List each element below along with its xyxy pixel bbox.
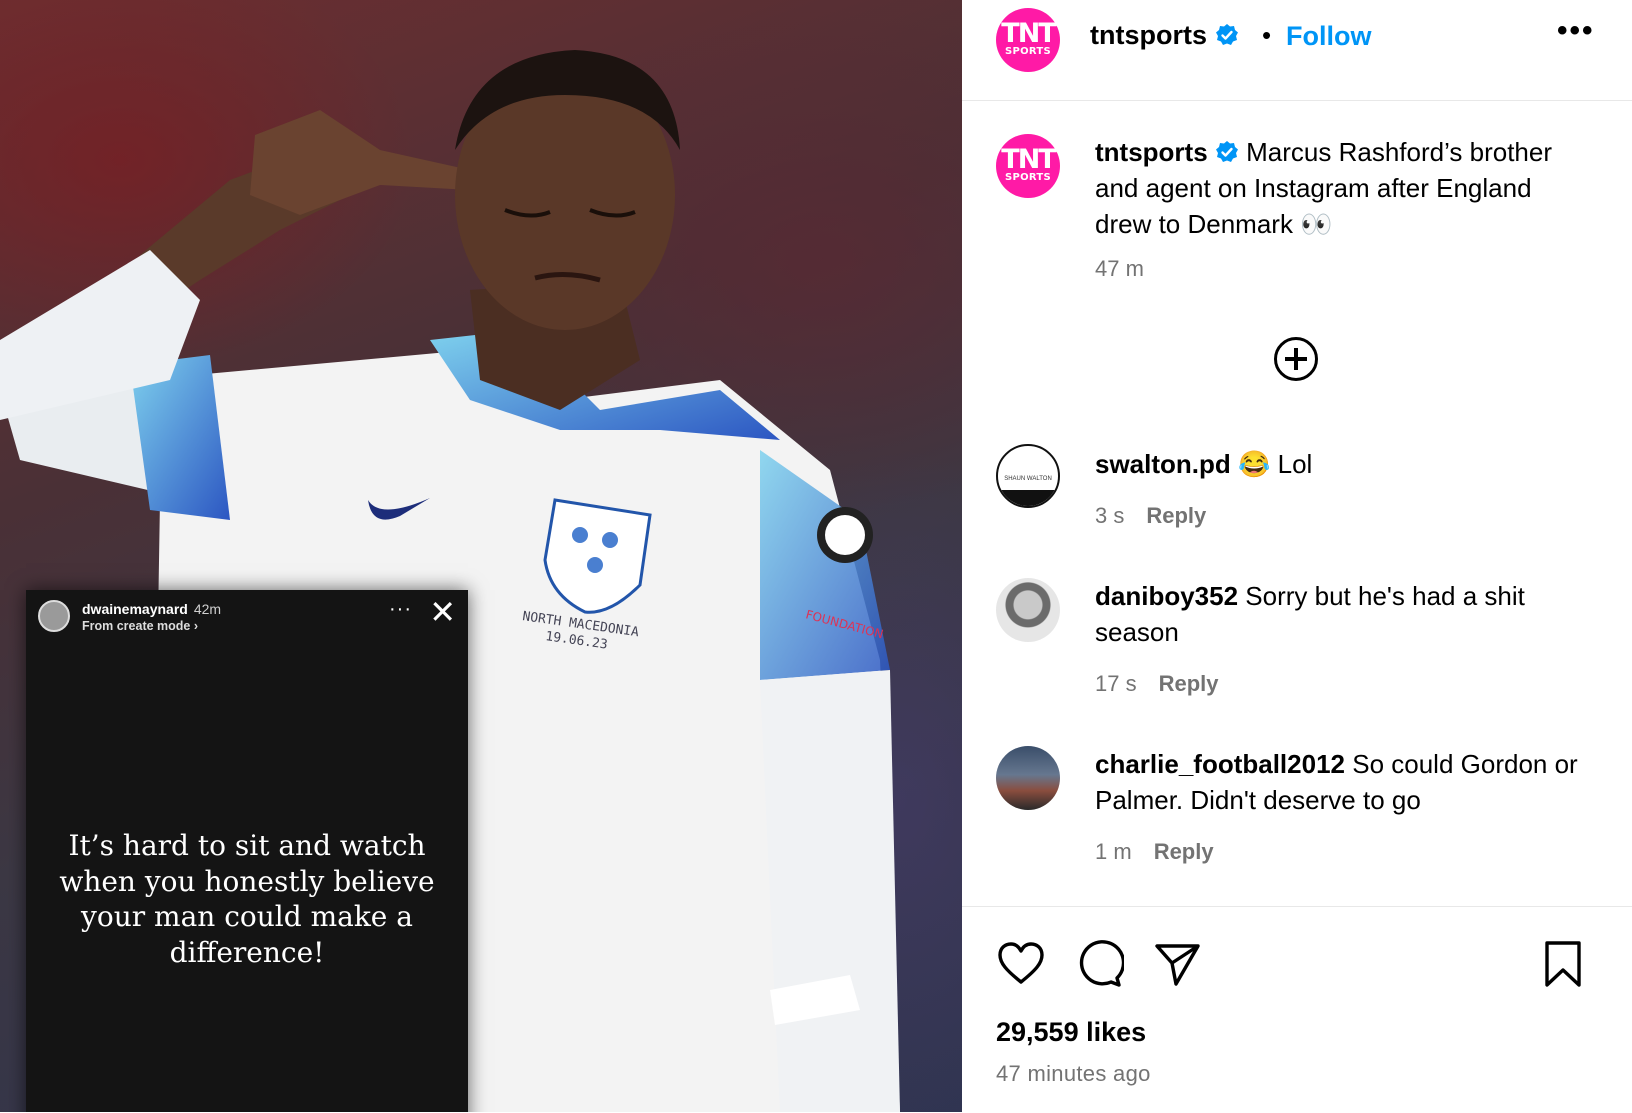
comment-username[interactable]: charlie_football2012 (1095, 749, 1345, 779)
story-close-icon: ✕ (429, 594, 456, 630)
comment-avatar[interactable]: SHAUN WALTON (996, 444, 1060, 508)
comment-time: 17 s (1095, 671, 1137, 696)
story-more-icon: ··· (389, 598, 412, 620)
story-header: dwainemaynard 42m From create mode › ··· … (38, 594, 458, 638)
posted-time: 47 minutes ago (996, 1061, 1151, 1086)
bookmark-icon[interactable] (1538, 939, 1588, 989)
post-media[interactable]: NORTH MACEDONIA 19.06.23 FOUNDATION dwai… (0, 0, 962, 1112)
story-username-text: dwainemaynard (82, 601, 188, 617)
comment-meta: 1 m Reply (1095, 839, 1214, 865)
header-separator: • (1262, 20, 1272, 50)
caption-avatar[interactable]: TNT SPORTS (996, 134, 1060, 198)
story-username: dwainemaynard 42m (82, 601, 221, 617)
story-screenshot: dwainemaynard 42m From create mode › ··· … (26, 590, 468, 1112)
reply-button[interactable]: Reply (1154, 839, 1214, 864)
comment-time: 3 s (1095, 503, 1125, 528)
story-time: 42m (193, 601, 222, 617)
header-username[interactable]: tntsports (1090, 20, 1239, 51)
reply-button[interactable]: Reply (1146, 503, 1206, 528)
comment-username[interactable]: daniboy352 (1095, 581, 1238, 611)
comment-time: 1 m (1095, 839, 1132, 864)
comment-text: swalton.pd 😂 Lol (1095, 446, 1595, 482)
story-mode: From create mode › (82, 619, 199, 633)
reply-button[interactable]: Reply (1159, 671, 1219, 696)
load-more-comments-icon[interactable] (1274, 337, 1318, 381)
logo-line2: SPORTS (1004, 172, 1052, 183)
post-panel: TNT SPORTS tntsports • Follow ••• TNT SP… (962, 0, 1632, 1112)
tntsports-avatar[interactable]: TNT SPORTS (996, 8, 1060, 72)
likes-count[interactable]: 29,559 likes (996, 1017, 1146, 1048)
heart-icon[interactable] (996, 939, 1046, 989)
comment-text: charlie_football2012 So could Gordon or … (1095, 746, 1595, 818)
logo-line1: TNT (1001, 144, 1056, 175)
comment-avatar[interactable] (996, 578, 1060, 642)
header-username-text[interactable]: tntsports (1090, 20, 1207, 50)
comment-username[interactable]: swalton.pd (1095, 449, 1231, 479)
comment-body: 😂 Lol (1238, 449, 1313, 479)
caption-time: 47 m (1095, 256, 1144, 281)
verified-badge-icon (1215, 141, 1238, 162)
comment-icon[interactable] (1074, 939, 1124, 989)
follow-button[interactable]: Follow (1286, 21, 1371, 52)
post-header: TNT SPORTS tntsports • Follow ••• (962, 0, 1632, 101)
comment-text: daniboy352 Sorry but he's had a shit sea… (1095, 578, 1595, 650)
avatar-label: SHAUN WALTON (1004, 476, 1052, 482)
logo-line2: SPORTS (1004, 46, 1052, 57)
share-icon[interactable] (1152, 939, 1202, 989)
story-text: It’s hard to sit and watch when you hone… (59, 829, 435, 969)
caption-text: tntsports Marcus Rashford’s brother and … (1095, 134, 1555, 242)
logo-line1: TNT (1001, 18, 1056, 49)
caption-username[interactable]: tntsports (1095, 137, 1208, 167)
comment-meta: 17 s Reply (1095, 671, 1219, 697)
more-options-icon[interactable]: ••• (1557, 14, 1595, 48)
action-bar: 29,559 likes 47 minutes ago (962, 906, 1632, 1113)
verified-badge-icon (1215, 24, 1238, 45)
story-avatar (38, 600, 70, 632)
comment-meta: 3 s Reply (1095, 503, 1206, 529)
comment-avatar[interactable] (996, 746, 1060, 810)
